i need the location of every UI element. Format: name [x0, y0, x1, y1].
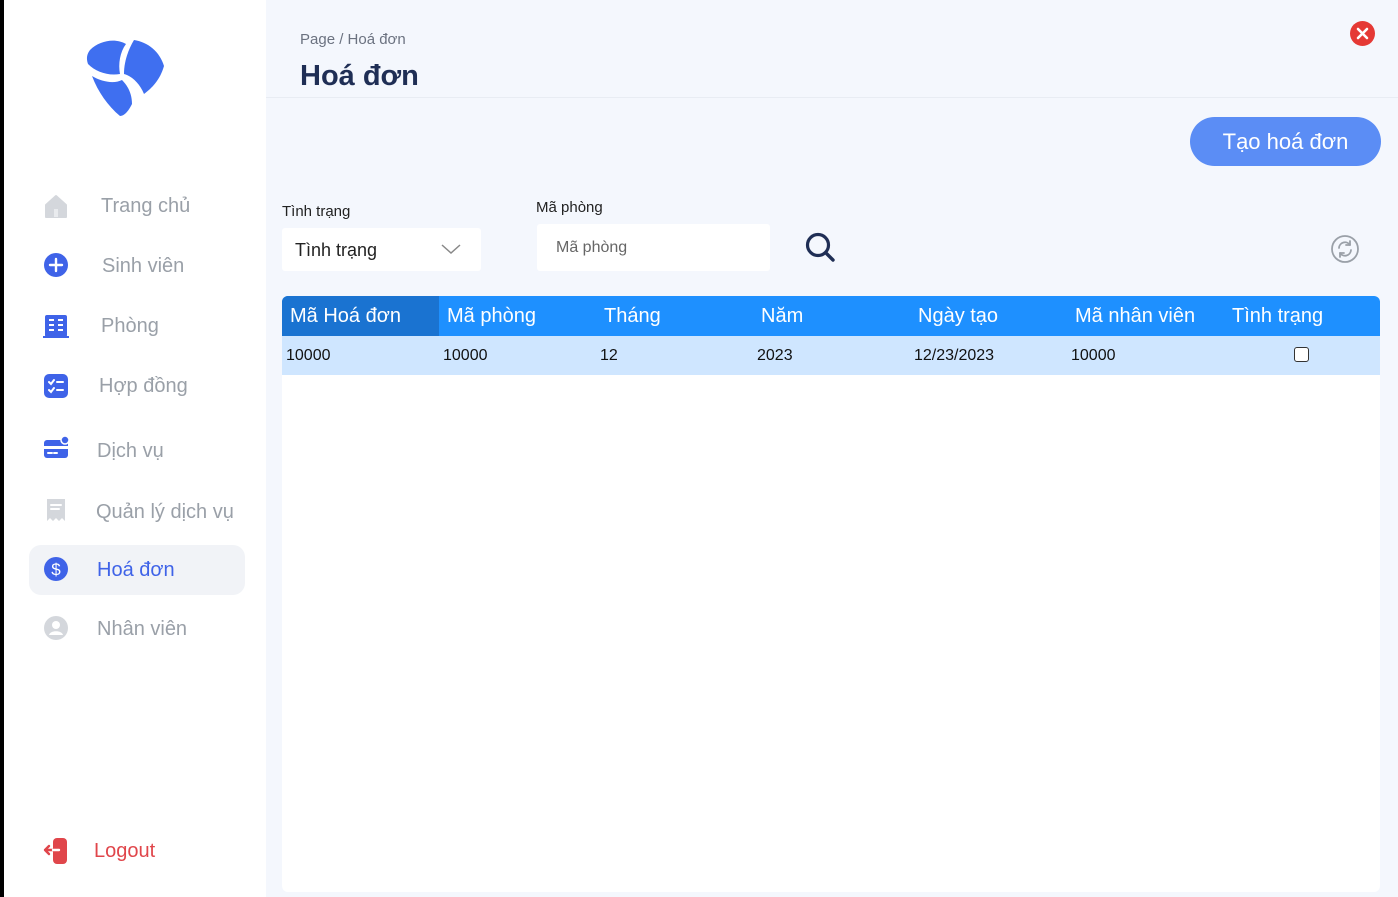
app-logo [82, 36, 166, 118]
refresh-button[interactable] [1330, 234, 1360, 264]
sidebar-item-phong[interactable]: Phòng [29, 301, 245, 351]
create-invoice-button[interactable]: Tạo hoá đơn [1190, 117, 1381, 166]
svg-text:$: $ [51, 560, 61, 579]
search-button[interactable] [804, 231, 836, 263]
column-header[interactable]: Ngày tạo [910, 296, 1067, 336]
table-row[interactable]: 10000 10000 12 2023 12/23/2023 10000 [282, 336, 1380, 375]
sidebar-item-label: Sinh viên [102, 255, 185, 277]
chevron-down-icon [441, 244, 461, 255]
sidebar-item-nhan-vien[interactable]: Nhân viên [29, 604, 245, 654]
sidebar-item-label: Trang chủ [101, 195, 191, 217]
app-window: Trang chủ Sinh viên Phòng Hợp đồng Dịch [4, 0, 1398, 897]
sidebar: Trang chủ Sinh viên Phòng Hợp đồng Dịch [4, 0, 266, 897]
cell-ma-hoa-don: 10000 [286, 347, 331, 364]
sidebar-item-label: Dịch vụ [97, 440, 164, 462]
column-header[interactable]: Mã nhân viên [1067, 296, 1224, 336]
sidebar-item-sinh-vien[interactable]: Sinh viên [29, 241, 245, 291]
breadcrumb: Page / Hoá đơn [300, 31, 406, 48]
room-search-input[interactable] [537, 224, 770, 271]
table-header: Mã Hoá đơn Mã phòng Tháng Năm Ngày tạo M… [282, 296, 1380, 336]
status-select-value: Tình trạng [295, 240, 378, 260]
invoice-table: Mã Hoá đơn Mã phòng Tháng Năm Ngày tạo M… [282, 296, 1380, 892]
cell-ma-nhan-vien: 10000 [1071, 347, 1116, 364]
sidebar-item-label: Hợp đồng [99, 375, 188, 397]
logout-button[interactable]: Logout [29, 826, 245, 876]
sidebar-item-hop-dong[interactable]: Hợp đồng [29, 361, 245, 411]
close-icon [1356, 27, 1369, 40]
status-checkbox[interactable] [1294, 347, 1309, 362]
sidebar-item-label: Phòng [101, 315, 159, 337]
user-icon [43, 616, 69, 642]
checklist-icon [43, 373, 69, 399]
dollar-icon: $ [43, 557, 69, 583]
close-button[interactable] [1350, 21, 1375, 46]
page-title: Hoá đơn [300, 60, 419, 92]
cell-nam: 2023 [757, 347, 793, 364]
page-header: Page / Hoá đơn Hoá đơn [266, 0, 1398, 98]
main-content: Page / Hoá đơn Hoá đơn Tạo hoá đơn Tình … [266, 0, 1398, 897]
column-header-label: Năm [761, 305, 804, 327]
logout-label: Logout [94, 840, 156, 862]
refresh-icon [1331, 235, 1359, 263]
logout-icon [43, 837, 69, 864]
cell-ngay-tao: 12/23/2023 [914, 347, 995, 364]
sidebar-item-label: Nhân viên [97, 618, 188, 640]
status-filter-label: Tình trạng [282, 203, 351, 220]
column-header[interactable]: Tháng [596, 296, 753, 336]
column-header[interactable]: Mã phòng [439, 296, 596, 336]
status-select[interactable]: Tình trạng [282, 228, 481, 271]
column-header[interactable]: Tình trạng [1224, 296, 1380, 336]
building-icon [43, 313, 69, 339]
receipt-icon [43, 497, 69, 523]
card-icon [43, 435, 70, 462]
cell-thang: 12 [600, 347, 618, 364]
search-icon [805, 232, 835, 262]
sidebar-item-trang-chu[interactable]: Trang chủ [29, 181, 245, 231]
plus-circle-icon [43, 253, 69, 279]
sidebar-item-label: Hoá đơn [97, 559, 175, 581]
column-header[interactable]: Năm [753, 296, 910, 336]
column-header[interactable]: Mã Hoá đơn [282, 296, 439, 336]
home-icon [43, 193, 69, 219]
sidebar-item-hoa-don[interactable]: $ Hoá đơn [29, 545, 245, 595]
room-filter-label: Mã phòng [536, 199, 603, 216]
sidebar-item-dich-vu[interactable]: Dịch vụ [29, 424, 245, 474]
cell-ma-phong: 10000 [443, 347, 488, 364]
sidebar-item-quan-ly-dich-vu[interactable]: Quản lý dịch vụ [29, 485, 245, 535]
sidebar-item-label: Quản lý dịch vụ [96, 501, 234, 523]
